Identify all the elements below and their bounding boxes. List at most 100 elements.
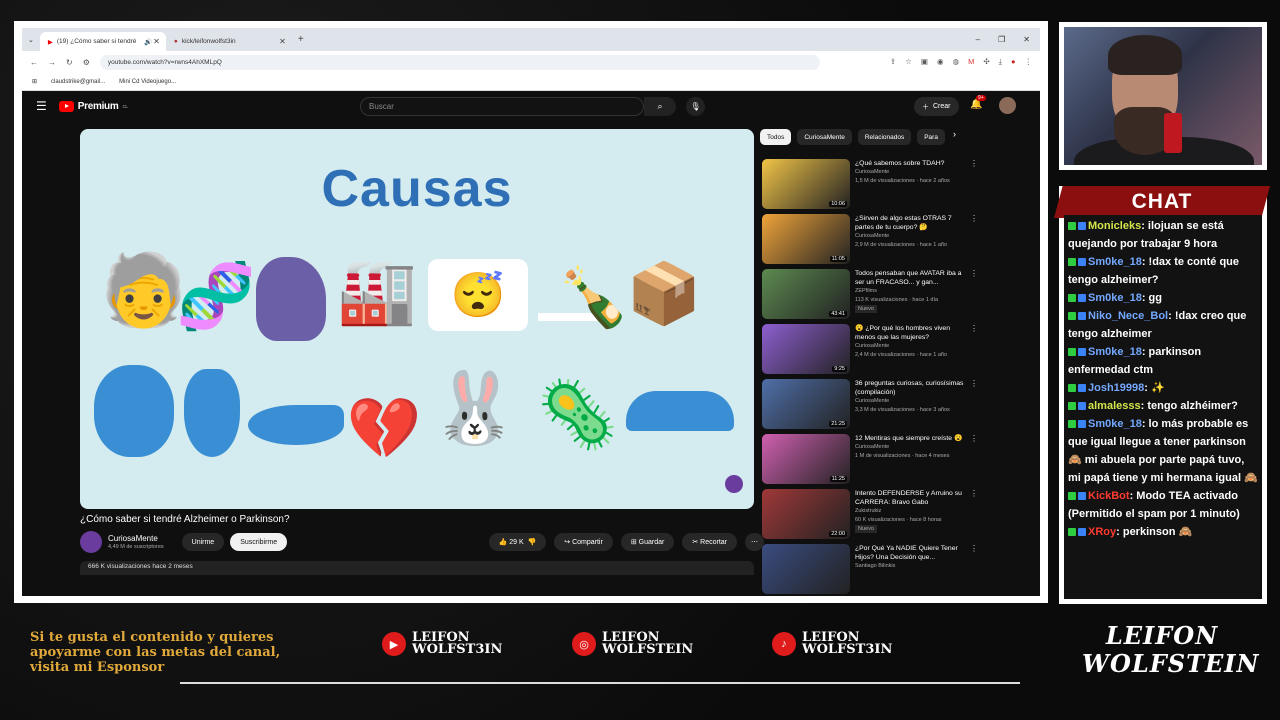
recommendation-item[interactable]: 21:25 36 preguntas curiosas, curiosísima… — [762, 379, 1032, 433]
chat-username[interactable]: KickBot — [1088, 490, 1130, 502]
reload-icon[interactable]: ↻ — [66, 58, 73, 67]
join-button[interactable]: Unirme — [181, 533, 225, 551]
tab-kick[interactable]: ● kick/leifonwolfst3in ✕ — [166, 32, 292, 51]
more-options-icon[interactable]: ⋮ — [970, 434, 978, 443]
views-line[interactable]: 666 K visualizaciones hace 2 meses — [80, 561, 754, 575]
chat-username[interactable]: Josh19998 — [1088, 382, 1144, 394]
downloads-icon[interactable]: ⤓ — [999, 57, 1002, 67]
chat-username[interactable]: Niko_Nece_Bol — [1088, 310, 1168, 322]
chat-username[interactable]: Sm0ke_18 — [1088, 292, 1142, 304]
more-options-icon[interactable]: ⋮ — [970, 214, 978, 223]
rec-title: 😮 ¿Por qué los hombres viven menos que l… — [855, 325, 950, 341]
profile-icon[interactable]: ● — [1011, 57, 1016, 67]
new-badge: Nuevo — [855, 305, 877, 313]
clip-button[interactable]: ✂ Recortar — [682, 533, 737, 551]
virus-icon: 🦠 — [536, 377, 620, 451]
menu-icon[interactable]: ☰ — [36, 99, 47, 113]
more-options-icon[interactable]: ⋮ — [970, 544, 978, 553]
video-thumbnail[interactable]: 22:00 — [762, 489, 850, 539]
chip-related[interactable]: Relacionados — [857, 129, 912, 145]
extension-icon[interactable]: ◍ — [953, 57, 960, 67]
chat-message: Sm0ke_18: gg — [1068, 289, 1258, 307]
search-button[interactable]: ⌕ — [644, 97, 676, 116]
more-options-icon[interactable]: ⋮ — [970, 159, 978, 168]
extension-icon[interactable]: ▣ — [921, 57, 928, 67]
more-options-icon[interactable]: ⋮ — [970, 324, 978, 333]
chat-username[interactable]: Sm0ke_18 — [1088, 418, 1142, 430]
channel-avatar[interactable] — [80, 531, 102, 553]
bunny-ears-icon: 🐰 — [431, 369, 519, 447]
maximize-icon[interactable]: ❐ — [998, 35, 1005, 44]
close-tab-icon[interactable]: ✕ — [153, 37, 160, 46]
save-button[interactable]: ⊞ Guardar — [620, 533, 675, 551]
channel-info[interactable]: CuriosaMente 4,49 M de suscriptores — [108, 534, 164, 550]
bookmark-item[interactable]: Mini Cd Videojuego... — [119, 79, 176, 85]
gmail-icon[interactable]: M — [968, 57, 974, 67]
close-window-icon[interactable]: ✕ — [1023, 35, 1030, 44]
recommendation-item[interactable]: 11:05 ¿Sirven de algo estas OTRAS 7 part… — [762, 214, 1032, 268]
more-options-icon[interactable]: ⋮ — [970, 489, 978, 498]
bookmark-item[interactable]: claudstrike@gmail... — [51, 79, 105, 85]
chat-username[interactable]: XRoy — [1088, 526, 1116, 538]
more-options-icon[interactable]: ⋮ — [970, 379, 978, 388]
video-thumbnail[interactable]: 10:06 — [762, 159, 850, 209]
share-button[interactable]: ↪ Compartir — [554, 533, 613, 551]
recommendation-item[interactable]: 10:06 ¿Qué sabemos sobre TDAH? CuriosaMe… — [762, 159, 1032, 213]
video-thumbnail[interactable]: 11:05 — [762, 214, 850, 264]
menu-dots-icon[interactable]: ⋮ — [1025, 57, 1033, 67]
search-input[interactable]: Buscar — [360, 97, 644, 116]
rec-channel: Santiago Bilinkis — [855, 563, 896, 569]
url-field[interactable]: youtube.com/watch?v=rwns4AhXMLpQ — [99, 54, 820, 70]
badge-icon — [1068, 384, 1076, 393]
back-icon[interactable]: ← — [30, 58, 38, 67]
notifications-button[interactable]: 🔔 9+ — [970, 95, 986, 110]
recommendation-item[interactable]: ¿Por Qué Ya NADIE Quiere Tener Hijos? Un… — [762, 544, 1032, 596]
chip-channel[interactable]: CuriosaMente — [797, 129, 852, 145]
close-tab-icon[interactable]: ✕ — [279, 37, 286, 46]
video-player[interactable]: Causas 🧓 🧬 🏭 😴 🍾 📦 💔 🐰 🦠 — [80, 129, 754, 509]
chat-username[interactable]: Sm0ke_18 — [1088, 346, 1142, 358]
recommendation-item[interactable]: 22:00 Intento DEFENDERSE y Arruino su CA… — [762, 489, 1032, 543]
chat-username[interactable]: almalesss — [1088, 400, 1141, 412]
recommendation-item[interactable]: 11:25 12 Mentiras que siempre creíste 😮 … — [762, 434, 1032, 488]
cloud-icon — [626, 391, 734, 431]
recommendation-item[interactable]: 43:41 Todos pensaban que AVATAR iba a se… — [762, 269, 1032, 323]
install-icon[interactable]: ⇪ — [890, 57, 896, 67]
elderly-person-icon: 🧓 — [100, 251, 188, 329]
extension-icons: ⇪ ☆ ▣ ◉ ◍ M ✣ ⤓ ● ⋮ — [890, 57, 1032, 67]
site-info-icon[interactable]: ⚙ — [83, 58, 90, 67]
channel-watermark-icon[interactable] — [725, 475, 743, 493]
thumbs-down-icon[interactable]: 👎 — [528, 538, 537, 546]
more-options-icon[interactable]: ⋮ — [970, 269, 978, 278]
extension-icon[interactable]: ◉ — [937, 57, 944, 67]
chip-para[interactable]: Para — [917, 129, 945, 145]
account-avatar[interactable] — [999, 97, 1016, 114]
video-thumbnail[interactable]: 9:25 — [762, 324, 850, 374]
rec-title: 36 preguntas curiosas, curiosísimas (com… — [855, 380, 964, 396]
video-thumbnail[interactable]: 21:25 — [762, 379, 850, 429]
video-thumbnail[interactable]: 43:41 — [762, 269, 850, 319]
tab-youtube[interactable]: ▶ (19) ¿Cómo saber si tendré 🔊 ✕ — [39, 32, 166, 51]
forward-icon[interactable]: → — [48, 58, 56, 67]
tab-list-icon[interactable]: ⌄ — [28, 36, 34, 44]
puzzle-icon[interactable]: ✣ — [983, 57, 989, 67]
apps-icon[interactable]: ⊞ — [32, 78, 37, 85]
recommendation-item[interactable]: 9:25 😮 ¿Por qué los hombres viven menos … — [762, 324, 1032, 378]
chat-message: XRoy: perkinson 🙈 — [1068, 523, 1258, 541]
subscribe-button[interactable]: Suscribirme — [230, 533, 288, 551]
voice-search-button[interactable]: 🎙 — [686, 97, 705, 116]
bookmark-star-icon[interactable]: ☆ — [905, 57, 912, 67]
create-button[interactable]: ＋ Crear — [914, 97, 959, 116]
video-thumbnail[interactable] — [762, 544, 850, 594]
like-button[interactable]: 👍 29 K 👎 — [488, 533, 547, 551]
badge-icon — [1078, 294, 1086, 303]
chat-username[interactable]: Monicleks — [1088, 220, 1141, 232]
minimize-icon[interactable]: – — [976, 35, 980, 44]
chat-username[interactable]: Sm0ke_18 — [1088, 256, 1142, 268]
video-thumbnail[interactable]: 11:25 — [762, 434, 850, 484]
mic-icon: 🎙 — [690, 102, 701, 111]
youtube-logo[interactable]: Premium CL — [58, 100, 128, 112]
new-tab-icon[interactable]: + — [298, 34, 304, 45]
chip-todos[interactable]: Todos — [760, 129, 792, 145]
chevron-right-icon[interactable]: › — [953, 129, 956, 145]
